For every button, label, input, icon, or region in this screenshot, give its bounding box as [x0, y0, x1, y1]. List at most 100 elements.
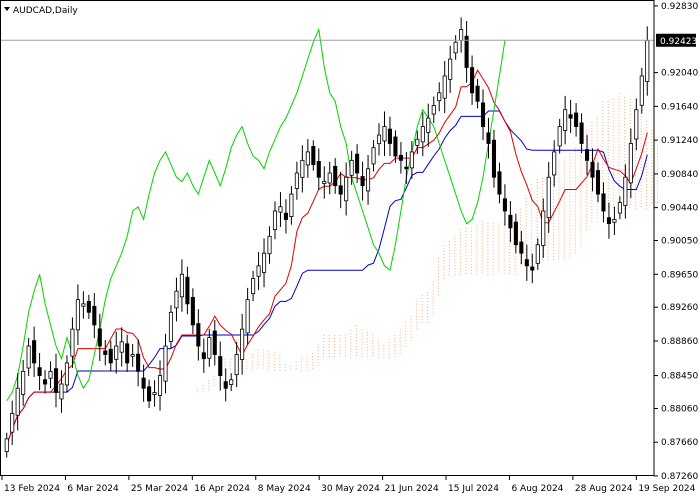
candle-body	[480, 102, 486, 127]
candle-body	[43, 379, 48, 385]
candle-body	[398, 154, 403, 161]
candle-body	[453, 41, 458, 54]
candle-body	[141, 377, 146, 389]
candle-body	[502, 198, 507, 212]
candle-body	[568, 114, 573, 119]
candle-body	[475, 85, 480, 102]
y-tick-label: 0.90050	[661, 237, 698, 247]
chart-background	[0, 0, 700, 500]
candle-body	[152, 392, 157, 395]
candle-body	[114, 345, 119, 360]
candle-body	[300, 159, 305, 178]
candle-body	[64, 362, 69, 386]
x-tick-label: 13 Feb 2024	[4, 484, 60, 494]
candle-body	[234, 354, 239, 376]
x-tick-label: 19 Sep 2024	[638, 484, 695, 494]
candle-body	[459, 29, 464, 41]
x-tick-label: 21 Jun 2024	[385, 484, 439, 494]
y-tick-label: 0.88860	[661, 337, 698, 347]
candle-body	[376, 134, 382, 145]
candle-body	[70, 328, 75, 357]
candle-body	[415, 138, 420, 146]
y-tick-label: 0.88060	[661, 404, 698, 414]
y-tick-label: 0.90440	[661, 204, 698, 214]
candle-body	[212, 330, 217, 355]
candle-body	[574, 112, 579, 127]
candle-body	[125, 343, 130, 364]
candle-body	[409, 151, 414, 169]
candle-body	[294, 172, 299, 189]
candle-body	[53, 368, 59, 393]
candle-body	[245, 299, 250, 334]
candle-body	[623, 176, 628, 206]
candle-body	[196, 323, 201, 347]
symbol-header[interactable]: AUDCAD,Daily	[4, 6, 78, 16]
candle-body	[130, 354, 135, 357]
candle-body	[590, 162, 595, 178]
current-price-label: 0.92423	[660, 37, 697, 47]
candle-body	[261, 252, 267, 273]
candle-body	[201, 352, 206, 360]
candle-body	[442, 75, 447, 99]
candle-body	[316, 161, 321, 178]
candle-body	[147, 386, 152, 402]
candle-body	[267, 235, 272, 255]
y-tick-label: 0.91640	[661, 102, 698, 112]
y-tick-label: 0.88450	[661, 372, 698, 382]
y-tick-label: 0.87660	[661, 438, 698, 448]
candle-body	[513, 221, 518, 246]
candle-body	[174, 290, 179, 309]
y-tick-label: 0.90840	[661, 170, 698, 180]
candle-body	[179, 273, 184, 298]
candle-body	[448, 58, 453, 80]
candle-body	[546, 176, 551, 218]
candle-body	[557, 126, 562, 147]
candle-body	[360, 176, 365, 187]
candle-body	[157, 375, 163, 396]
candle-body	[119, 341, 124, 353]
candle-body	[535, 244, 540, 264]
candle-body	[431, 105, 436, 115]
candle-body	[37, 367, 42, 376]
candle-body	[639, 75, 644, 106]
candle-body	[168, 311, 174, 342]
candle-body	[81, 303, 86, 307]
candle-body	[437, 92, 442, 102]
candle-body	[497, 171, 502, 195]
y-tick-label: 0.89650	[661, 270, 698, 280]
x-tick-label: 8 May 2024	[258, 484, 311, 494]
y-tick-label: 0.87260	[661, 472, 698, 482]
candle-body	[470, 67, 475, 94]
candle-body	[371, 147, 376, 165]
candle-body	[606, 217, 611, 225]
candle-body	[240, 328, 245, 360]
candle-body	[595, 170, 601, 195]
candle-body	[634, 109, 639, 140]
x-tick-label: 6 Mar 2024	[67, 484, 119, 494]
candle-body	[86, 301, 91, 313]
candle-body	[382, 126, 387, 142]
x-tick-label: 25 Mar 2024	[131, 484, 188, 494]
candle-body	[393, 136, 398, 157]
candle-body	[541, 210, 546, 246]
candle-body	[10, 413, 15, 433]
candle-body	[579, 122, 584, 144]
candle-body	[601, 193, 606, 212]
candle-body	[48, 370, 53, 379]
candle-body	[75, 299, 80, 331]
candle-body	[420, 126, 425, 143]
y-tick-label: 0.92830	[661, 2, 698, 12]
chart-root: 0.92830 0.92040 0.91640 0.91240 0.90840 0.904…	[0, 0, 700, 500]
x-tick-label: 30 May 2024	[321, 484, 380, 494]
candle-body	[163, 345, 168, 382]
candle-body	[355, 153, 360, 174]
price-tag: 0.92423	[656, 33, 697, 47]
candle-body	[508, 214, 513, 229]
candle-body	[251, 278, 256, 294]
price-axis: 0.92830 0.92040 0.91640 0.91240 0.90840 0.904…	[654, 2, 698, 482]
candle-body	[344, 176, 349, 202]
candle-body	[223, 381, 228, 389]
candle-body	[272, 210, 278, 230]
candle-body	[486, 132, 491, 144]
candle-body	[283, 212, 288, 220]
